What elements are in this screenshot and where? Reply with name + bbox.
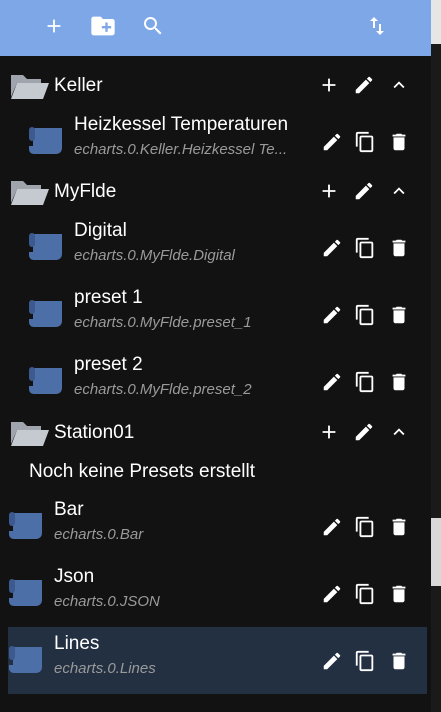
- preset-row[interactable]: Digital echarts.0.MyFlde.Digital: [0, 214, 431, 281]
- chevron-up-icon[interactable]: [387, 179, 411, 203]
- edit-icon[interactable]: [320, 582, 344, 606]
- folder-name: MyFlde: [54, 181, 117, 202]
- copy-icon[interactable]: [353, 236, 377, 260]
- scroll-gutter: [431, 0, 441, 712]
- edit-icon[interactable]: [352, 179, 376, 203]
- preset-path: echarts.0.JSON: [54, 593, 160, 610]
- copy-icon[interactable]: [353, 649, 377, 673]
- preset-row[interactable]: Json echarts.0.JSON: [0, 560, 431, 627]
- preset-path: echarts.0.MyFlde.Digital: [74, 247, 235, 264]
- edit-icon[interactable]: [352, 420, 376, 444]
- preset-scroll-icon: [8, 510, 48, 547]
- preset-title: preset 1: [74, 287, 143, 308]
- copy-icon[interactable]: [353, 370, 377, 394]
- preset-title: preset 2: [74, 354, 143, 375]
- preset-scroll-icon: [28, 231, 68, 268]
- edit-icon[interactable]: [320, 649, 344, 673]
- edit-icon[interactable]: [320, 515, 344, 539]
- create-folder-icon[interactable]: [89, 12, 117, 40]
- preset-path: echarts.0.Keller.Heizkessel Te...: [74, 141, 288, 158]
- edit-icon[interactable]: [320, 236, 344, 260]
- search-icon[interactable]: [139, 12, 167, 40]
- folder-row-myflde[interactable]: MyFlde: [0, 162, 431, 222]
- preset-scroll-icon: [8, 644, 48, 681]
- preset-scroll-icon: [28, 365, 68, 402]
- open-folder-icon: [9, 418, 49, 453]
- add-icon[interactable]: [317, 179, 341, 203]
- delete-icon[interactable]: [387, 649, 411, 673]
- preset-path: echarts.0.MyFlde.preset_2: [74, 381, 252, 398]
- chevron-up-icon[interactable]: [387, 420, 411, 444]
- edit-icon[interactable]: [352, 73, 376, 97]
- edit-icon[interactable]: [320, 303, 344, 327]
- add-icon[interactable]: [317, 73, 341, 97]
- copy-icon[interactable]: [353, 130, 377, 154]
- delete-icon[interactable]: [387, 130, 411, 154]
- preset-path: echarts.0.Lines: [54, 660, 156, 677]
- copy-icon[interactable]: [353, 582, 377, 606]
- gutter-block-top: [431, 0, 441, 44]
- delete-icon[interactable]: [387, 236, 411, 260]
- preset-row-selected[interactable]: Lines echarts.0.Lines: [8, 627, 427, 694]
- chevron-up-icon[interactable]: [387, 73, 411, 97]
- preset-title: Digital: [74, 220, 127, 241]
- preset-path: echarts.0.MyFlde.preset_1: [74, 314, 252, 331]
- add-icon[interactable]: [40, 12, 68, 40]
- edit-icon[interactable]: [320, 130, 344, 154]
- open-folder-icon: [9, 177, 49, 212]
- folder-row-keller[interactable]: Keller: [0, 56, 431, 116]
- gutter-block-middle: [431, 518, 441, 586]
- preset-path: echarts.0.Bar: [54, 526, 144, 543]
- preset-scroll-icon: [8, 577, 48, 614]
- open-folder-icon: [9, 71, 49, 106]
- delete-icon[interactable]: [387, 303, 411, 327]
- copy-icon[interactable]: [353, 303, 377, 327]
- empty-folder-message: Noch keine Presets erstellt: [29, 461, 255, 482]
- preset-row[interactable]: Bar echarts.0.Bar: [0, 493, 431, 560]
- folder-row-station01[interactable]: Station01: [0, 403, 431, 463]
- edit-icon[interactable]: [320, 370, 344, 394]
- preset-title: Lines: [54, 633, 100, 654]
- preset-title: Heizkessel Temperaturen: [74, 114, 289, 135]
- copy-icon[interactable]: [353, 515, 377, 539]
- preset-row[interactable]: preset 1 echarts.0.MyFlde.preset_1: [0, 281, 431, 348]
- delete-icon[interactable]: [387, 582, 411, 606]
- preset-tree: Keller Heizkessel Temperaturen echarts.0…: [0, 56, 431, 712]
- delete-icon[interactable]: [387, 515, 411, 539]
- sort-icon[interactable]: [363, 12, 391, 40]
- preset-scroll-icon: [28, 298, 68, 335]
- app: Keller Heizkessel Temperaturen echarts.0…: [0, 0, 441, 712]
- preset-scroll-icon: [28, 125, 68, 162]
- toolbar: [0, 0, 431, 56]
- preset-title: Bar: [54, 499, 84, 520]
- delete-icon[interactable]: [387, 370, 411, 394]
- preset-title: Json: [54, 566, 95, 587]
- folder-name: Station01: [54, 422, 135, 443]
- folder-name: Keller: [54, 75, 103, 96]
- add-icon[interactable]: [317, 420, 341, 444]
